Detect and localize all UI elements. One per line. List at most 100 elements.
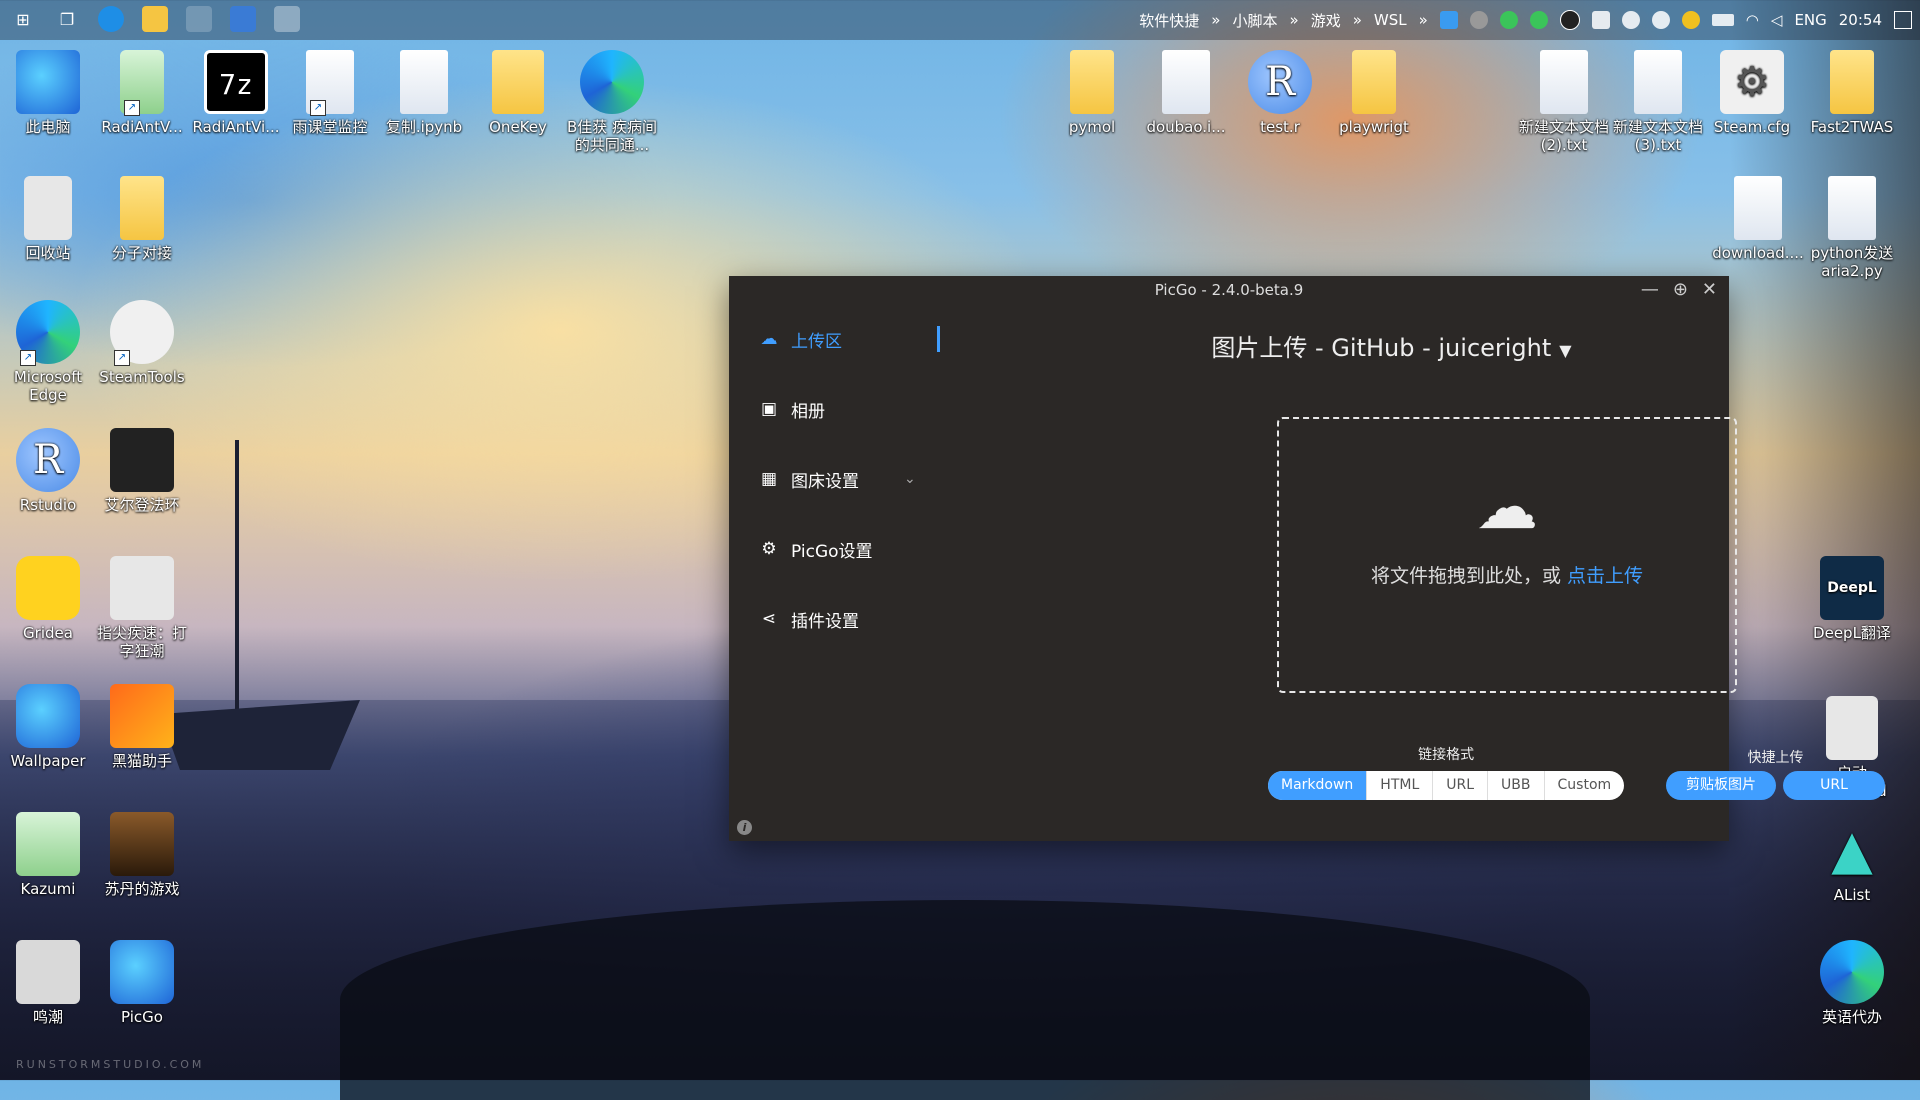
image-icon: ▣ — [760, 399, 778, 419]
desktop-icon-aria2[interactable]: python发送 aria2.py — [1804, 176, 1900, 280]
desktop-icon-pymol[interactable]: pymol — [1044, 50, 1140, 136]
desktop-icon-radiant-1[interactable]: ↗ RadiAntV... — [94, 50, 190, 136]
desktop-icon-radiant-2[interactable]: 7z RadiAntVi... — [188, 50, 284, 136]
desktop-icon-playwrigt[interactable]: playwrigt — [1326, 50, 1422, 136]
wallpaper-boat-mast — [235, 440, 239, 710]
desktop-icon-wuthering-waves[interactable]: 鸣潮 — [0, 940, 96, 1026]
url-upload-button[interactable]: URL — [1783, 771, 1885, 800]
info-icon[interactable]: i — [737, 820, 752, 835]
desktop-icon-test-r[interactable]: R test.r — [1232, 50, 1328, 136]
tray-app-icon[interactable] — [1529, 11, 1548, 29]
link-format-selector: Markdown HTML URL UBB Custom — [1268, 771, 1625, 800]
desktop-icon-text-2[interactable]: 新建文本文档 (2).txt — [1516, 50, 1612, 154]
desktop-icon-steamtools[interactable]: ↗ SteamTools — [94, 300, 190, 386]
sidebar-item-label: PicGo设置 — [791, 541, 873, 562]
desktop-icon-this-pc[interactable]: 此电脑 — [0, 50, 96, 136]
drop-zone[interactable]: ☁ 将文件拖拽到此处，或 点击上传 — [1277, 417, 1737, 693]
clock[interactable]: 20:54 — [1839, 11, 1882, 29]
volume-icon[interactable]: ◁ — [1771, 11, 1783, 29]
desktop-icon-alist[interactable]: ▲ AList — [1804, 818, 1900, 904]
tray-app-icon[interactable] — [1681, 11, 1700, 29]
tray-app-icon[interactable] — [1439, 11, 1458, 29]
desktop-icon-gridea[interactable]: Gridea — [0, 556, 96, 642]
desktop-icon-heimao[interactable]: 黑猫助手 — [94, 684, 190, 770]
tray-app-icon[interactable] — [1559, 10, 1580, 30]
desktop-icon-doubao[interactable]: doubao.i... — [1138, 50, 1234, 136]
desktop-icon-sultan-game[interactable]: 苏丹的游戏 — [94, 812, 190, 898]
desktop-icon-yuketang[interactable]: ↗ 雨课堂监控 — [282, 50, 378, 136]
task-view-icon[interactable]: ❐ — [54, 6, 80, 32]
format-custom-option[interactable]: Custom — [1543, 771, 1625, 800]
notification-icon[interactable] — [1894, 11, 1912, 29]
desktop-icon-elden-ring[interactable]: 艾尔登法环 — [94, 428, 190, 514]
close-button[interactable]: ✕ — [1702, 276, 1717, 304]
sidebar-item-picgo-settings[interactable]: ⚙ PicGo设置 — [729, 514, 954, 584]
edge-taskbar-icon[interactable] — [98, 6, 124, 32]
toolbar-chevron-icon[interactable]: » — [1290, 11, 1299, 29]
desktop-icon-wallpaper[interactable]: Wallpaper — [0, 684, 96, 770]
sidebar-item-gallery[interactable]: ▣ 相册 — [729, 374, 954, 444]
format-markdown-option[interactable]: Markdown — [1268, 771, 1367, 800]
toolbar-shortcut[interactable]: WSL — [1374, 11, 1407, 29]
desktop-icon-onekey[interactable]: OneKey — [470, 50, 566, 136]
desktop-icon-picgo[interactable]: PicGo — [94, 940, 190, 1026]
wuthering-waves-icon — [16, 940, 80, 1004]
desktop-icon-typing-game[interactable]: 指尖疾速：打字狂潮 — [94, 556, 190, 660]
tray-app-icon[interactable] — [1469, 11, 1488, 29]
minimize-button[interactable]: — — [1641, 276, 1659, 304]
toolbar-shortcut[interactable]: 小脚本 — [1232, 10, 1277, 31]
desktop-icon-steam-cfg[interactable]: ⚙ Steam.cfg — [1704, 50, 1800, 136]
toolbar-chevron-icon[interactable]: » — [1211, 11, 1220, 29]
shortcut-arrow-icon: ↗ — [20, 350, 36, 366]
link-format-label: 链接格式 — [1418, 747, 1475, 763]
bluetooth-tray-icon[interactable] — [1621, 11, 1640, 29]
upload-panel: 图片上传 - GitHub - juiceright ▼ ☁ 将文件拖拽到此处，或… — [954, 304, 1885, 841]
desktop-icon-kazumi[interactable]: Kazumi — [0, 812, 96, 898]
shortcut-arrow-icon: ↗ — [114, 350, 130, 366]
upload-heading[interactable]: 图片上传 - GitHub - juiceright ▼ — [1054, 328, 1729, 363]
chevron-down-icon[interactable]: ⌄ — [904, 471, 916, 487]
format-ubb-option[interactable]: UBB — [1487, 771, 1543, 800]
toolbar-shortcut[interactable]: 游戏 — [1311, 10, 1341, 31]
wechat-tray-icon[interactable] — [1499, 11, 1518, 29]
toolbar-chevron-icon[interactable]: » — [1419, 11, 1428, 29]
desktop-icon-text-3[interactable]: 新建文本文档 (3).txt — [1610, 50, 1706, 154]
app-taskbar-icon[interactable] — [186, 6, 212, 32]
windows-start-icon[interactable]: ⊞ — [10, 6, 36, 32]
click-upload-link[interactable]: 点击上传 — [1567, 565, 1643, 587]
app-taskbar-icon[interactable] — [230, 6, 256, 32]
sidebar-item-upload[interactable]: ☁ 上传区 — [729, 304, 954, 374]
picgo-taskbar-icon[interactable] — [274, 6, 300, 32]
desktop-icon-edge[interactable]: ↗ Microsoft Edge — [0, 300, 96, 404]
rstudio-icon: R — [16, 428, 80, 492]
desktop-icon-rstudio[interactable]: R Rstudio — [0, 428, 96, 514]
desktop-icon-english-todo[interactable]: 英语代办 — [1804, 940, 1900, 1026]
file-explorer-icon[interactable] — [142, 6, 168, 32]
toolbar-shortcut[interactable]: 软件快捷 — [1139, 10, 1199, 31]
wifi-icon[interactable]: ◠ — [1746, 11, 1759, 29]
desktop-icon-ipynb[interactable]: 复制.ipynb — [376, 50, 472, 136]
sidebar-item-label: 插件设置 — [791, 611, 859, 632]
desktop-icon-docking[interactable]: 分子对接 — [94, 176, 190, 262]
pin-button[interactable]: ⊕ — [1673, 276, 1688, 304]
desktop-icon-recycle-bin[interactable]: 回收站 — [0, 176, 96, 262]
grid-icon: ▦ — [760, 469, 778, 489]
tray-app-icon[interactable] — [1651, 11, 1670, 29]
language-indicator[interactable]: ENG — [1794, 11, 1826, 29]
toolbar-chevron-icon[interactable]: » — [1353, 11, 1362, 29]
desktop-icon-deepl[interactable]: DeepL DeepL翻译 — [1804, 556, 1900, 642]
desktop-icon-download[interactable]: download.... — [1710, 176, 1806, 262]
format-html-option[interactable]: HTML — [1366, 771, 1432, 800]
format-url-option[interactable]: URL — [1432, 771, 1487, 800]
alist-icon: ▲ — [1831, 818, 1873, 881]
caret-down-icon[interactable]: ▼ — [1559, 341, 1571, 360]
window-titlebar[interactable]: PicGo - 2.4.0-beta.9 — ⊕ ✕ — [729, 276, 1729, 304]
desktop-icon-edge-link[interactable]: B佳获 疾病间的共同通... — [564, 50, 660, 154]
sidebar-item-image-host-settings[interactable]: ▦ 图床设置 ⌄ — [729, 444, 954, 514]
tray-app-icon[interactable] — [1591, 11, 1610, 29]
clipboard-upload-button[interactable]: 剪贴板图片 — [1666, 771, 1776, 800]
wallpaper-engine-icon — [16, 684, 80, 748]
sidebar-item-plugin-settings[interactable]: ⋖ 插件设置 — [729, 584, 954, 654]
desktop-icon-fast2twas[interactable]: Fast2TWAS — [1804, 50, 1900, 136]
battery-icon[interactable] — [1711, 14, 1734, 26]
